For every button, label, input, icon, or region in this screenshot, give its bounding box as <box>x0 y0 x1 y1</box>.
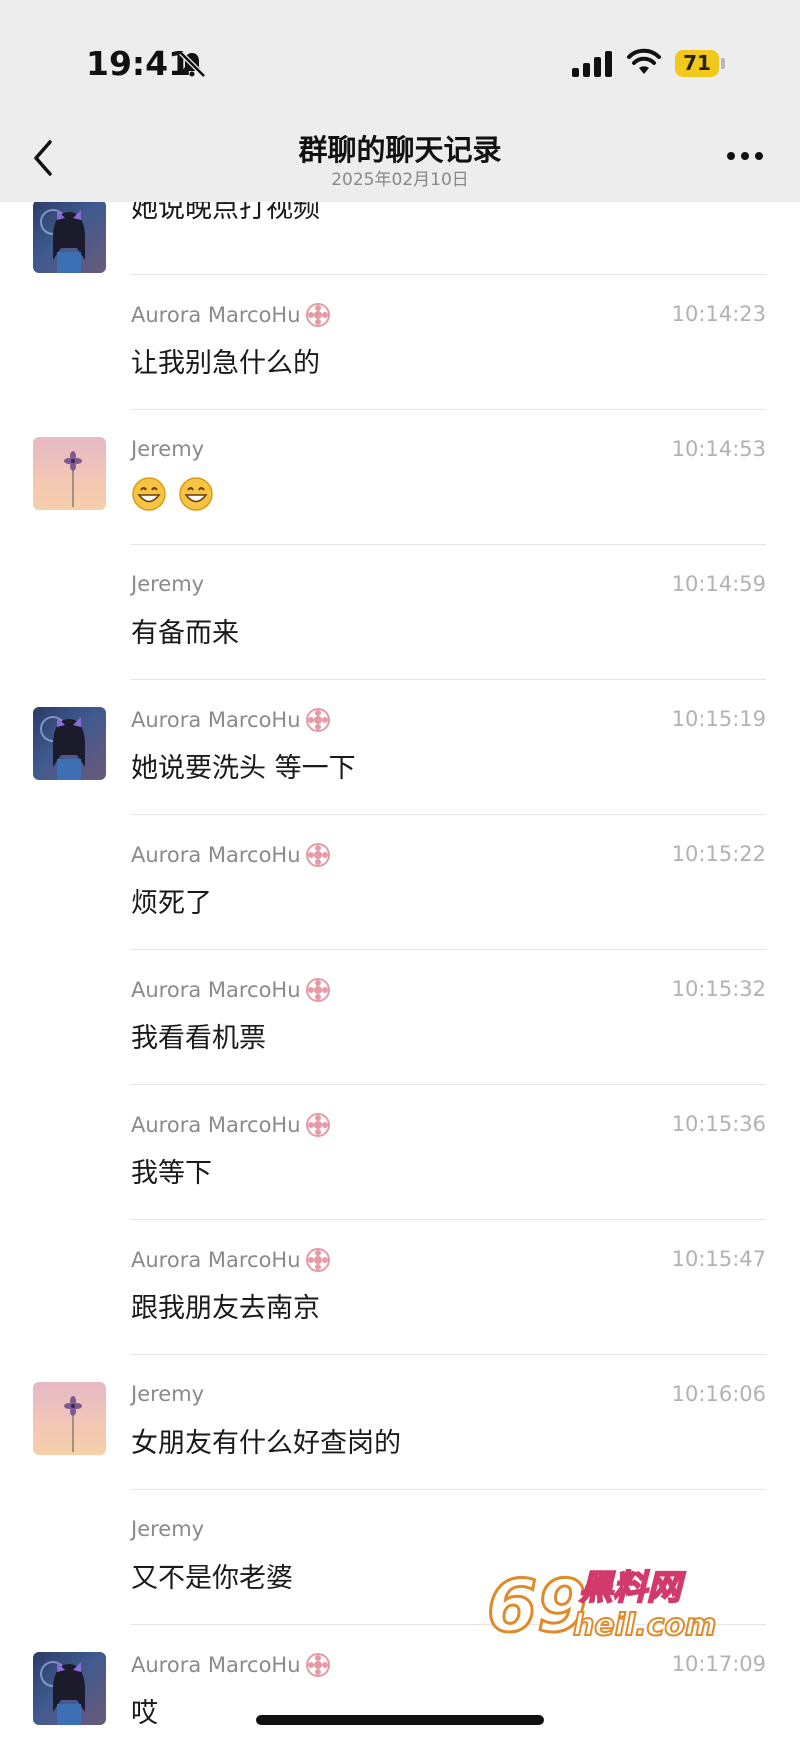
message-time: 10:15:32 <box>671 977 766 1001</box>
message-text: 又不是你老婆 <box>131 1563 293 1594</box>
sender-name: Aurora MarcoHu <box>131 1653 301 1677</box>
avatar-girl-image <box>40 716 85 780</box>
sender-name: Jeremy <box>131 1382 205 1406</box>
message-sender: Aurora MarcoHu <box>131 1247 331 1273</box>
message-time: 10:14:53 <box>671 437 766 461</box>
page-subtitle: 2025年02月10日 <box>331 170 469 190</box>
message-text: 有备而来 <box>131 618 239 649</box>
message-time: 10:16:06 <box>671 1382 766 1406</box>
avatar[interactable] <box>33 437 106 510</box>
site-watermark: 69 黑料网 heil.com <box>487 1563 717 1650</box>
home-indicator[interactable] <box>256 1715 544 1725</box>
grinning-face-emoji <box>178 477 213 511</box>
avatar-flower-image <box>64 1396 82 1452</box>
sender-name: Aurora MarcoHu <box>131 1113 301 1137</box>
message-row[interactable]: Aurora MarcoHu 10:15:19 她说要洗头 等一下 <box>0 680 800 815</box>
message-row[interactable]: Aurora MarcoHu 10:15:36 我等下 <box>0 1085 800 1220</box>
message-text: 烦死了 <box>131 888 212 919</box>
page-title: 群聊的聊天记录 <box>298 133 502 167</box>
message-row[interactable]: Aurora MarcoHu 10:15:47 跟我朋友去南京 <box>0 1220 800 1355</box>
sender-name: Aurora MarcoHu <box>131 978 301 1002</box>
signal-icon <box>572 51 612 77</box>
sender-name: Jeremy <box>131 572 205 596</box>
flower-badge-icon <box>305 1653 330 1677</box>
message-time: 10:15:19 <box>671 707 766 731</box>
message-time: 10:15:47 <box>671 1247 766 1271</box>
sender-name: Aurora MarcoHu <box>131 303 301 327</box>
flower-badge-icon <box>305 1113 330 1137</box>
flower-badge-icon <box>305 843 330 867</box>
message-text: 她说要洗头 等一下 <box>131 753 356 784</box>
message-text: 我等下 <box>131 1158 212 1189</box>
message-text: 哎 <box>131 1698 158 1729</box>
message-text: 让我别急什么的 <box>131 348 320 379</box>
bell-off-icon <box>179 51 206 78</box>
message-row[interactable]: Aurora MarcoHu 10:14:23 让我别急什么的 <box>0 275 800 410</box>
message-sender: Aurora MarcoHu <box>131 302 331 328</box>
flower-badge-icon <box>305 708 330 732</box>
sender-name: Aurora MarcoHu <box>131 708 301 732</box>
message-sender: Aurora MarcoHu <box>131 1112 331 1138</box>
battery-indicator: 71 <box>675 50 719 77</box>
message-time: 10:14:59 <box>671 572 766 596</box>
more-dots-icon[interactable] <box>725 150 765 162</box>
avatar-flower-image <box>64 451 82 507</box>
watermark-domain: heil.com <box>573 1608 716 1643</box>
grinning-face-emoji <box>132 477 166 511</box>
header: 19:41 71 群聊的聊天记录 2025年02月10日 <box>0 0 800 202</box>
message-row[interactable]: Jeremy 10:14:59 有备而来 <box>0 545 800 680</box>
message-row[interactable]: Aurora MarcoHu 10:15:22 烦死了 <box>0 815 800 950</box>
message-row[interactable]: Jeremy 10:16:06 女朋友有什么好查岗的 <box>0 1355 800 1490</box>
avatar-girl-image <box>40 209 85 273</box>
message-emoji <box>131 476 216 512</box>
status-time: 19:41 <box>86 44 192 83</box>
message-sender: Aurora MarcoHu <box>131 977 331 1003</box>
message-sender: Aurora MarcoHu <box>131 707 331 733</box>
avatar[interactable] <box>33 1652 106 1725</box>
wifi-icon <box>627 48 661 74</box>
sender-name: Aurora MarcoHu <box>131 843 301 867</box>
message-time: 10:15:36 <box>671 1112 766 1136</box>
sender-name: Jeremy <box>131 1517 205 1541</box>
message-row[interactable]: Aurora MarcoHu 10:15:32 我看看机票 <box>0 950 800 1085</box>
message-time: 10:17:09 <box>671 1652 766 1676</box>
message-sender: Aurora MarcoHu <box>131 842 331 868</box>
flower-badge-icon <box>305 978 330 1002</box>
message-time: 10:14:23 <box>671 302 766 326</box>
message-row[interactable]: Jeremy 10:14:53 <box>0 410 800 545</box>
avatar[interactable] <box>33 200 106 273</box>
message-sender: Aurora MarcoHu <box>131 1652 331 1678</box>
message-sender: Jeremy <box>131 1382 204 1406</box>
message-text: 女朋友有什么好查岗的 <box>131 1428 401 1459</box>
message-sender: Jeremy <box>131 1517 204 1541</box>
sender-name: Aurora MarcoHu <box>131 1248 301 1272</box>
flower-badge-icon <box>305 303 330 327</box>
message-text: 我看看机票 <box>131 1023 266 1054</box>
message-time: 10:15:22 <box>671 842 766 866</box>
avatar-girl-image <box>40 1661 85 1725</box>
watermark-name: 黑料网 <box>579 1568 686 1608</box>
battery-cap <box>721 58 725 69</box>
message-sender: Jeremy <box>131 572 204 596</box>
flower-badge-icon <box>305 1248 330 1272</box>
message-text: 跟我朋友去南京 <box>131 1293 320 1324</box>
avatar[interactable] <box>33 707 106 780</box>
message-sender: Jeremy <box>131 437 204 461</box>
avatar[interactable] <box>33 1382 106 1455</box>
sender-name: Jeremy <box>131 437 205 461</box>
